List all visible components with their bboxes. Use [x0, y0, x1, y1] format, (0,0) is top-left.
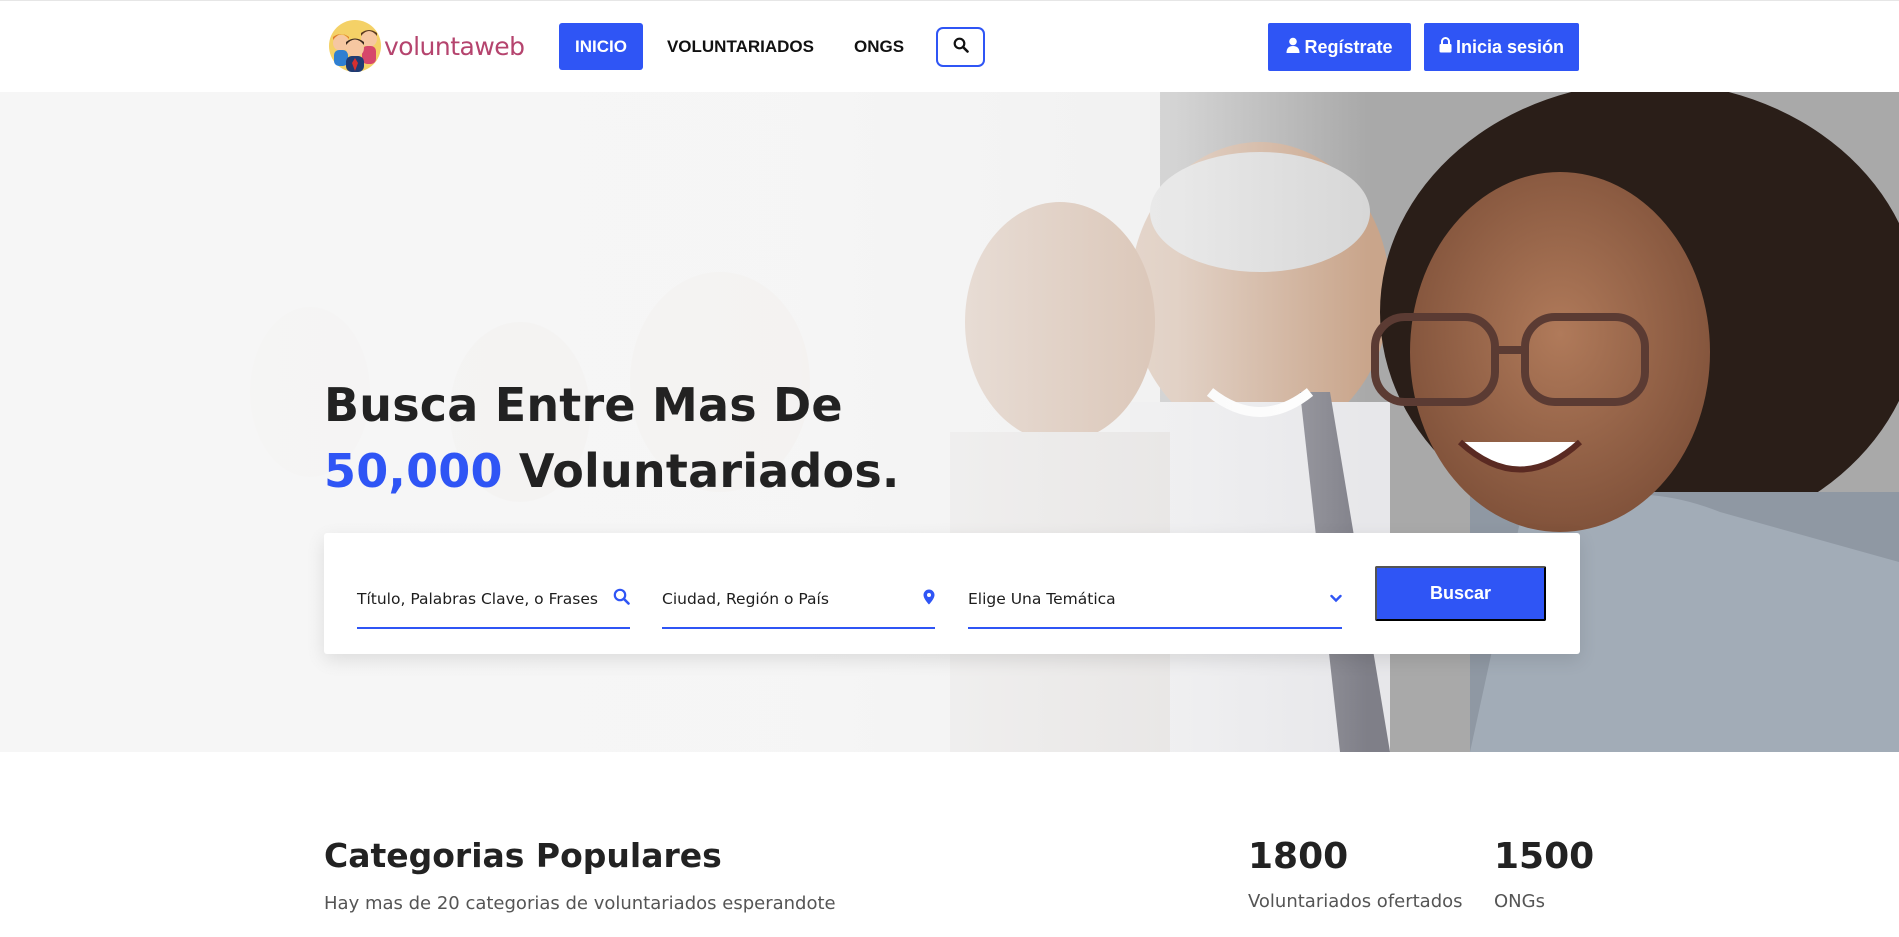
- nav-ongs[interactable]: ONGS: [838, 23, 920, 70]
- logo-people-icon: [328, 19, 382, 73]
- logo-text: voluntaweb: [384, 31, 525, 61]
- map-pin-icon: [923, 589, 935, 610]
- search-icon: [613, 588, 630, 610]
- theme-select-value: Elige Una Temática: [968, 590, 1116, 608]
- hero-title-rest: Voluntariados.: [502, 444, 900, 498]
- nav-voluntariados[interactable]: VOLUNTARIADOS: [651, 23, 830, 70]
- keywords-input[interactable]: Título, Palabras Clave, o Frases: [357, 590, 598, 608]
- search-form: Título, Palabras Clave, o Frases Ciudad,…: [324, 533, 1580, 654]
- search-icon: [953, 37, 969, 56]
- register-button[interactable]: Regístrate: [1268, 23, 1411, 71]
- location-field[interactable]: Ciudad, Región o País: [662, 571, 935, 629]
- site-logo[interactable]: voluntaweb: [328, 19, 525, 73]
- theme-select[interactable]: Elige Una Temática: [968, 571, 1342, 629]
- site-header: voluntaweb INICIO VOLUNTARIADOS ONGS Reg…: [0, 0, 1899, 92]
- login-button[interactable]: Inicia sesión: [1424, 23, 1579, 71]
- location-input[interactable]: Ciudad, Región o País: [662, 590, 829, 608]
- stat-voluntariados: 1800 Voluntariados ofertados: [1248, 836, 1463, 912]
- search-submit-button[interactable]: Buscar: [1375, 566, 1546, 621]
- stat-value: 1500: [1494, 836, 1595, 877]
- categories-title: Categorias Populares: [324, 836, 722, 875]
- hero-section: Busca Entre Mas De 50,000 Voluntariados.…: [0, 92, 1899, 752]
- stat-label: ONGs: [1494, 891, 1545, 912]
- hero-title-line1: Busca Entre Mas De: [324, 378, 843, 432]
- hero-title: Busca Entre Mas De 50,000 Voluntariados.: [324, 372, 900, 504]
- stat-value: 1800: [1248, 836, 1349, 877]
- hero-title-number: 50,000: [324, 444, 503, 498]
- login-label: Inicia sesión: [1455, 36, 1565, 57]
- stat-label: Voluntariados ofertados: [1248, 891, 1463, 912]
- chevron-down-icon: [1330, 590, 1342, 608]
- main-nav: INICIO VOLUNTARIADOS ONGS: [559, 23, 986, 70]
- keywords-field[interactable]: Título, Palabras Clave, o Frases: [357, 571, 630, 629]
- lock-icon: [1439, 36, 1452, 58]
- register-label: Regístrate: [1304, 36, 1393, 57]
- user-icon: [1286, 37, 1300, 58]
- nav-inicio[interactable]: INICIO: [559, 23, 643, 70]
- stat-ongs: 1500 ONGs: [1494, 836, 1594, 912]
- categories-subtitle: Hay mas de 20 categorias de voluntariado…: [324, 893, 836, 914]
- header-search-button[interactable]: [936, 26, 986, 67]
